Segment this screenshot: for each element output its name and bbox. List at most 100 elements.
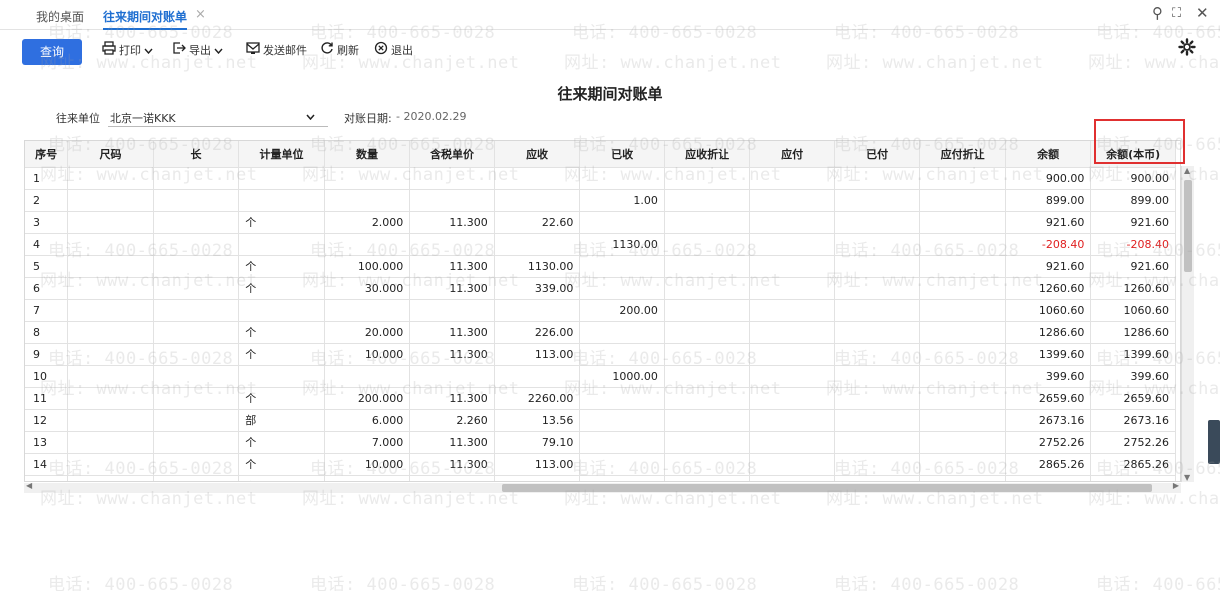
table-cell[interactable]: -208.40	[1005, 233, 1092, 256]
table-cell[interactable]	[153, 431, 240, 454]
table-cell[interactable]	[834, 453, 921, 476]
table-cell[interactable]	[664, 453, 751, 476]
table-cell[interactable]	[749, 255, 835, 278]
table-cell[interactable]	[919, 431, 1006, 454]
table-cell[interactable]: 1.000	[324, 475, 411, 481]
table-cell[interactable]	[834, 475, 921, 481]
table-cell[interactable]	[409, 233, 495, 256]
table-cell[interactable]: 6.000	[324, 409, 411, 432]
search-icon[interactable]: ⚲	[1152, 4, 1163, 22]
table-cell[interactable]: 2	[25, 189, 69, 212]
table-cell[interactable]: 3	[25, 211, 69, 234]
table-cell[interactable]	[749, 343, 835, 366]
table-cell[interactable]	[67, 365, 154, 388]
table-cell[interactable]	[409, 167, 495, 190]
table-cell[interactable]	[324, 233, 411, 256]
table-cell[interactable]: 2673.16	[1090, 409, 1176, 432]
table-cell[interactable]	[664, 255, 751, 278]
table-cell[interactable]	[409, 189, 495, 212]
table-cell[interactable]: 8	[25, 321, 69, 344]
table-cell[interactable]: 2260.00	[494, 387, 581, 410]
table-cell[interactable]	[409, 365, 495, 388]
settings-gear-icon[interactable]	[1178, 38, 1196, 61]
table-cell[interactable]	[153, 189, 240, 212]
table-cell[interactable]: 个	[238, 387, 325, 410]
table-cell[interactable]: 79.10	[494, 431, 581, 454]
scroll-left-arrow-icon[interactable]: ◀	[26, 481, 32, 490]
table-cell[interactable]: 个	[238, 475, 325, 481]
table-cell[interactable]	[153, 211, 240, 234]
table-cell[interactable]: 1	[25, 167, 69, 190]
table-cell[interactable]	[834, 277, 921, 300]
table-cell[interactable]: 11.300	[409, 321, 495, 344]
table-cell[interactable]	[579, 321, 665, 344]
table-cell[interactable]: 11.300	[409, 453, 495, 476]
table-cell[interactable]	[664, 321, 751, 344]
table-cell[interactable]	[834, 299, 921, 322]
table-cell[interactable]	[494, 365, 581, 388]
table-cell[interactable]	[664, 211, 751, 234]
table-cell[interactable]: 11.300	[409, 431, 495, 454]
table-row[interactable]: 11 个 200.000 11.300 2260.00 2659.60 2659.60	[25, 387, 1176, 410]
table-row[interactable]: 5 个 100.000 11.300 1130.00 921.60 921.60	[25, 255, 1176, 278]
table-cell[interactable]: 2865.26	[1090, 453, 1176, 476]
table-cell[interactable]: 2869.78	[1005, 475, 1092, 481]
table-cell[interactable]	[153, 365, 240, 388]
table-cell[interactable]	[749, 211, 835, 234]
column-header[interactable]: 余额	[1005, 141, 1092, 168]
table-cell[interactable]: 2865.26	[1005, 453, 1092, 476]
table-cell[interactable]	[153, 321, 240, 344]
print-button[interactable]: 打印	[102, 41, 153, 59]
vertical-scrollbar[interactable]: ▲ ▼	[1181, 166, 1194, 482]
column-header[interactable]: 已付	[834, 141, 921, 168]
table-cell[interactable]: 899.00	[1005, 189, 1092, 212]
table-cell[interactable]: 399.60	[1090, 365, 1176, 388]
table-cell[interactable]: 22.60	[494, 211, 581, 234]
table-cell[interactable]: 921.60	[1005, 211, 1092, 234]
table-cell[interactable]: 14	[25, 453, 69, 476]
table-cell[interactable]: 1286.60	[1090, 321, 1176, 344]
table-cell[interactable]	[834, 167, 921, 190]
table-cell[interactable]	[67, 189, 154, 212]
table-cell[interactable]: 113.00	[494, 343, 581, 366]
table-cell[interactable]: 5	[25, 255, 69, 278]
table-cell[interactable]	[324, 189, 411, 212]
table-cell[interactable]: 10	[25, 365, 69, 388]
table-cell[interactable]	[749, 233, 835, 256]
table-cell[interactable]	[67, 321, 154, 344]
table-cell[interactable]: 399.60	[1005, 365, 1092, 388]
table-cell[interactable]: 个	[238, 321, 325, 344]
column-header[interactable]: 应付折让	[919, 141, 1006, 168]
table-cell[interactable]	[579, 277, 665, 300]
table-cell[interactable]	[238, 299, 325, 322]
table-row[interactable]: 4 1130.00 -208.40 -208.40	[25, 233, 1176, 256]
table-cell[interactable]: -208.40	[1090, 233, 1176, 256]
table-cell[interactable]	[664, 299, 751, 322]
table-cell[interactable]: 1399.60	[1090, 343, 1176, 366]
tab-my-desktop[interactable]: 我的桌面	[36, 8, 84, 25]
table-cell[interactable]: 2659.60	[1005, 387, 1092, 410]
table-cell[interactable]: 1399.60	[1005, 343, 1092, 366]
table-cell[interactable]	[153, 277, 240, 300]
table-row[interactable]: 9 个 10.000 11.300 113.00 1399.60 1399.60	[25, 343, 1176, 366]
refresh-button[interactable]: 刷新	[320, 41, 359, 59]
table-cell[interactable]	[579, 343, 665, 366]
table-cell[interactable]: 13.56	[494, 409, 581, 432]
table-cell[interactable]: 4.52	[494, 475, 581, 481]
table-cell[interactable]	[67, 167, 154, 190]
table-cell[interactable]	[834, 387, 921, 410]
side-panel-toggle[interactable]	[1208, 420, 1220, 464]
scroll-up-arrow-icon[interactable]: ▲	[1184, 166, 1190, 175]
table-cell[interactable]	[919, 321, 1006, 344]
column-header[interactable]: 长	[153, 141, 240, 168]
close-window-icon[interactable]: ✕	[1196, 4, 1209, 22]
table-cell[interactable]	[579, 475, 665, 481]
scroll-down-arrow-icon[interactable]: ▼	[1184, 473, 1190, 482]
table-cell[interactable]: 1130.00	[494, 255, 581, 278]
scroll-right-arrow-icon[interactable]: ▶	[1173, 481, 1179, 490]
table-cell[interactable]: 200.00	[579, 299, 665, 322]
table-cell[interactable]	[579, 211, 665, 234]
column-header[interactable]: 序号	[25, 141, 69, 168]
table-cell[interactable]	[579, 409, 665, 432]
table-cell[interactable]: 200.000	[324, 387, 411, 410]
